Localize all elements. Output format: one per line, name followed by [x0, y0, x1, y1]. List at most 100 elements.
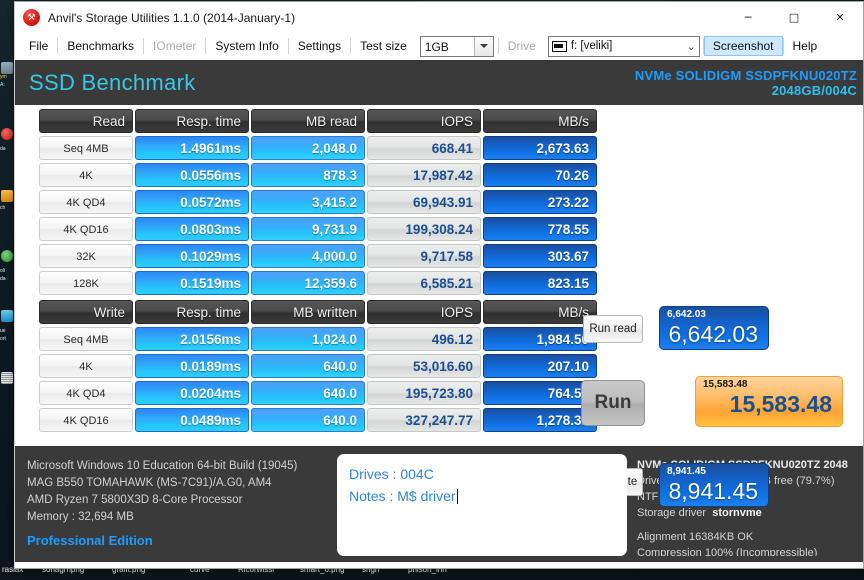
read-header-mb-read: MB read	[251, 109, 365, 133]
read-row-label[interactable]: 4K QD16	[39, 217, 133, 241]
write-cell-mbs: 764.55	[483, 381, 597, 405]
read-score-small: 6,642.03	[667, 309, 706, 320]
anvil-icon-glyph: ⚒	[27, 12, 36, 23]
read-cell-resp: 0.1029ms	[135, 244, 249, 268]
read-cell-mbs: 2,673.63	[483, 136, 597, 160]
edition-label: Professional Edition	[27, 533, 153, 548]
desktop-icon-label: da	[0, 146, 6, 152]
write-header-mb-written: MB written	[251, 300, 365, 324]
write-cell-resp: 2.0156ms	[135, 327, 249, 351]
drive-info-driver-value: stornvme	[712, 507, 762, 519]
read-cell-iops: 6,585.21	[367, 271, 481, 295]
read-cell-mbs: 273.22	[483, 190, 597, 214]
notes-notes-line: Notes : M$ driver	[349, 485, 615, 507]
read-row-label[interactable]: Seq 4MB	[39, 136, 133, 160]
read-cell-mb: 4,000.0	[251, 244, 365, 268]
run-button[interactable]: Run	[581, 380, 645, 426]
menu-bar: File Benchmarks IOmeter System Info Sett…	[15, 33, 863, 60]
write-score-value: 8,941.45	[668, 478, 758, 504]
desktop-icon-label: ue	[0, 328, 6, 334]
read-cell-iops: 199,308.24	[367, 217, 481, 241]
test-size-label: Test size	[360, 39, 407, 53]
drive-info-driver-label: Storage driver	[637, 507, 707, 519]
anvil-app-icon: ⚒	[23, 9, 40, 26]
drive-model-line2: 2048GB/004C	[771, 82, 857, 98]
status-bar	[15, 562, 863, 568]
drive-icon	[551, 40, 567, 52]
drive-info-compression: Compression 100% (Incompressible)	[637, 547, 818, 556]
read-cell-iops: 668.41	[367, 136, 481, 160]
notes-input[interactable]: Drives : 004C Notes : M$ driver	[337, 454, 627, 556]
write-cell-mbs: 1,278.31	[483, 408, 597, 432]
system-info-panel: Microsoft Windows 10 Education 64-bit Bu…	[27, 454, 327, 556]
desktop-icon-label: ym	[0, 74, 7, 80]
read-cell-resp: 0.0572ms	[135, 190, 249, 214]
read-cell-iops: 69,943.91	[367, 190, 481, 214]
write-cell-iops: 195,723.80	[367, 381, 481, 405]
total-score-small: 15,583.48	[703, 379, 748, 390]
menu-item-benchmarks[interactable]: Benchmarks	[58, 36, 143, 56]
system-info-board: MAG B550 TOMAHAWK (MS-7C91)/A.G0, AM4	[27, 477, 272, 489]
write-header-mbs: MB/s	[483, 300, 597, 324]
total-score-value: 15,583.48	[729, 391, 832, 417]
read-score-value: 6,642.03	[668, 321, 758, 347]
page-title: SSD Benchmark	[29, 69, 196, 95]
table-row: 4K QD16 0.0803ms 9,731.9 199,308.24 778.…	[39, 217, 597, 241]
read-cell-mb: 9,731.9	[251, 217, 365, 241]
write-row-label[interactable]: 4K	[39, 354, 133, 378]
table-row: Seq 4MB 2.0156ms 1,024.0 496.12 1,984.50	[39, 327, 597, 351]
drive-select[interactable]: f: [veliki] ⌄	[547, 35, 700, 57]
desktop-icon	[1, 190, 13, 202]
title-bar[interactable]: ⚒ Anvil's Storage Utilities 1.1.0 (2014-…	[15, 2, 863, 33]
read-row-label[interactable]: 4K	[39, 163, 133, 187]
menu-item-system-info[interactable]: System Info	[206, 36, 287, 56]
maximize-button[interactable]: □	[771, 3, 817, 33]
read-row-label[interactable]: 32K	[39, 244, 133, 268]
table-row: 4K QD4 0.0204ms 640.0 195,723.80 764.55	[39, 381, 597, 405]
read-row-label[interactable]: 128K	[39, 271, 133, 295]
desktop-icon	[1, 310, 13, 322]
close-button[interactable]: ✕	[817, 3, 863, 33]
notes-text: Notes : M$ driver	[349, 488, 456, 504]
desktop-icon-label: A:	[0, 82, 5, 88]
menu-item-file[interactable]: File	[20, 36, 57, 56]
run-read-button[interactable]: Run read	[583, 315, 643, 343]
menu-item-settings[interactable]: Settings	[289, 36, 350, 56]
desktop-icon-label: da	[0, 276, 6, 282]
table-row: 32K 0.1029ms 4,000.0 9,717.58 303.67	[39, 244, 597, 268]
write-row-label[interactable]: 4K QD16	[39, 408, 133, 432]
desktop-icon-label: ch	[0, 205, 6, 211]
write-benchmark-table: Write Resp. time MB written IOPS MB/s Se…	[39, 300, 597, 435]
read-header-resp-time: Resp. time	[135, 109, 249, 133]
test-size-dropdown[interactable]: 1GB	[419, 35, 494, 57]
minimize-button[interactable]: ─	[725, 3, 771, 33]
read-cell-resp: 1.4961ms	[135, 136, 249, 160]
read-header-iops: IOPS	[367, 109, 481, 133]
screenshot-button[interactable]: Screenshot	[703, 36, 783, 56]
drive-label: Drive	[507, 39, 536, 53]
write-header-label: Write	[39, 300, 133, 324]
desktop-icon-strip: ym A: da ch oli da ue ort	[0, 0, 14, 580]
write-cell-iops: 496.12	[367, 327, 481, 351]
read-row-label[interactable]: 4K QD4	[39, 190, 133, 214]
table-row: 4K QD4 0.0572ms 3,415.2 69,943.91 273.22	[39, 190, 597, 214]
table-row: 4K QD16 0.0489ms 640.0 327,247.77 1,278.…	[39, 408, 597, 432]
desktop-icon	[1, 62, 13, 74]
menu-item-help[interactable]: Help	[784, 36, 827, 56]
desktop-icon-label: oli	[0, 268, 6, 274]
write-row-label[interactable]: Seq 4MB	[39, 327, 133, 351]
read-cell-mbs: 70.26	[483, 163, 597, 187]
system-info-os: Microsoft Windows 10 Education 64-bit Bu…	[27, 460, 298, 472]
write-header-resp-time: Resp. time	[135, 300, 249, 324]
desktop-icon-label: ort	[0, 336, 6, 342]
read-cell-iops: 9,717.58	[367, 244, 481, 268]
write-row-label[interactable]: 4K QD4	[39, 381, 133, 405]
table-row: Seq 4MB 1.4961ms 2,048.0 668.41 2,673.63	[39, 136, 597, 160]
read-cell-mbs: 778.55	[483, 217, 597, 241]
desktop-icon	[1, 250, 13, 262]
test-size-dropdown-arrow[interactable]	[473, 36, 493, 56]
read-cell-resp: 0.0556ms	[135, 163, 249, 187]
write-cell-mb: 1,024.0	[251, 327, 365, 351]
application-window: ⚒ Anvil's Storage Utilities 1.1.0 (2014-…	[14, 1, 864, 569]
